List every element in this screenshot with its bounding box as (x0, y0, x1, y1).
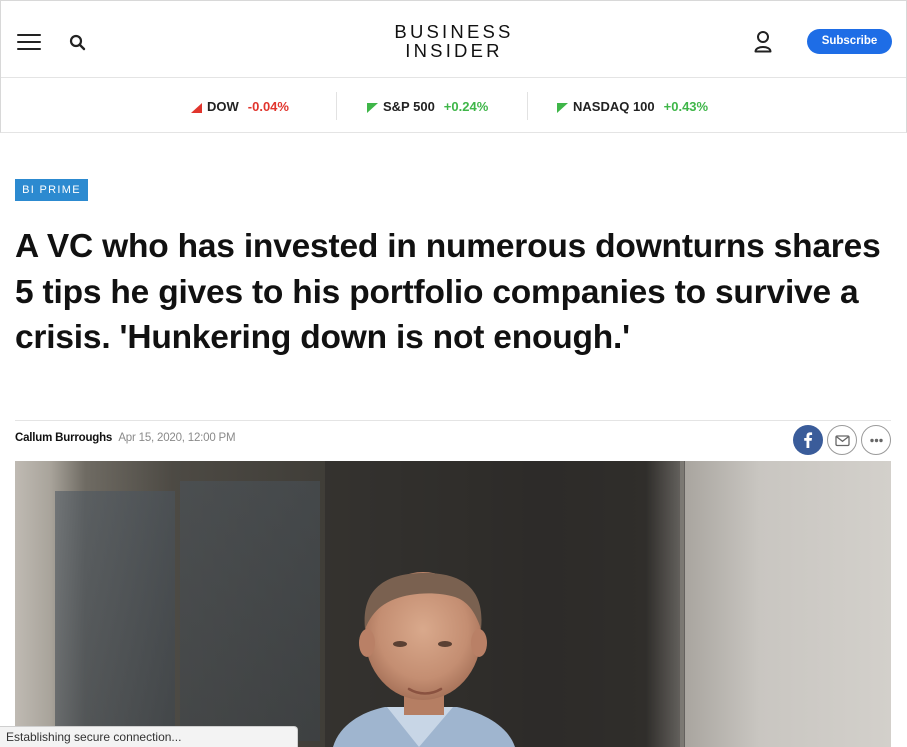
publish-date: Apr 15, 2020, 12:00 PM (118, 432, 236, 444)
facebook-icon (804, 432, 813, 448)
subscribe-button[interactable]: Subscribe (807, 29, 892, 54)
ticker-item-sp500[interactable]: S&P 500 +0.24% (367, 99, 488, 114)
ticker-change: +0.24% (443, 99, 489, 114)
article-hero-image (15, 461, 891, 747)
business-insider-logo[interactable]: BUSINESS INSIDER (354, 22, 554, 60)
ticker-name: DOW (207, 99, 239, 114)
ticker-divider (336, 92, 337, 120)
site-header: BUSINESS INSIDER Subscribe (0, 0, 907, 78)
ticker-change: +0.43% (663, 99, 709, 114)
email-icon (835, 435, 850, 447)
ticker-divider (527, 92, 528, 120)
up-arrow-icon (557, 102, 568, 113)
more-icon (870, 438, 883, 443)
browser-status-bar: Establishing secure connection... (0, 726, 298, 747)
logo-line-2: INSIDER (405, 40, 503, 61)
up-arrow-icon (367, 102, 378, 113)
ticker-name: S&P 500 (383, 99, 435, 114)
search-icon[interactable] (68, 33, 88, 53)
ticker-item-dow[interactable]: DOW -0.04% (191, 99, 289, 114)
ticker-item-nasdaq[interactable]: NASDAQ 100 +0.43% (557, 99, 708, 114)
email-share-button[interactable] (827, 425, 857, 455)
user-icon[interactable] (751, 29, 775, 55)
ticker-change: -0.04% (247, 99, 289, 114)
more-share-button[interactable] (861, 425, 891, 455)
ticker-name: NASDAQ 100 (573, 99, 655, 114)
facebook-share-button[interactable] (793, 425, 823, 455)
menu-icon[interactable] (17, 34, 41, 51)
down-arrow-icon (191, 102, 202, 113)
market-ticker: DOW -0.04% S&P 500 +0.24% NASDAQ 100 +0.43% (0, 77, 907, 133)
logo-line-1: BUSINESS (394, 21, 514, 42)
byline-divider (15, 420, 891, 421)
author-link[interactable]: Callum Burroughs (15, 432, 112, 444)
bi-prime-badge[interactable]: BI PRIME (15, 179, 88, 201)
article-headline: A VC who has invested in numerous downtu… (15, 228, 881, 356)
byline: Callum Burroughs Apr 15, 2020, 12:00 PM (15, 432, 236, 444)
